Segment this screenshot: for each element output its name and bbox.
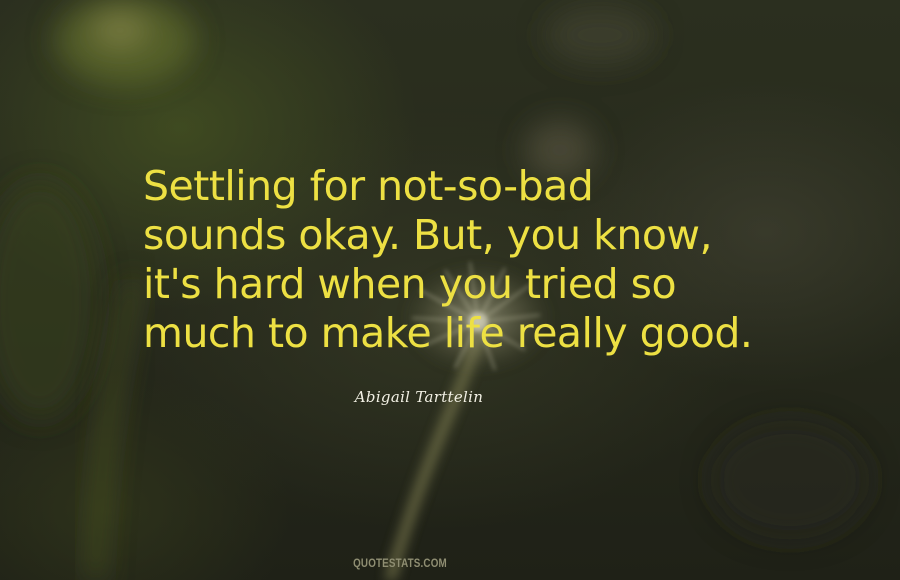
quote-card: Settling for not-so-bad sounds okay. But…	[0, 0, 900, 580]
grass-blade	[87, 278, 143, 580]
quote-text: Settling for not-so-bad sounds okay. But…	[143, 162, 753, 358]
site-watermark: QUOTESTATS.COM	[353, 556, 447, 570]
quote-line-3: it's hard when you tried so	[143, 260, 677, 308]
quote-line-4: much to make life really good.	[143, 309, 753, 357]
quote-line-1: Settling for not-so-bad	[143, 162, 594, 210]
quote-author: Abigail Tarttelin	[354, 388, 484, 406]
quote-line-2: sounds okay. But, you know,	[143, 211, 713, 259]
